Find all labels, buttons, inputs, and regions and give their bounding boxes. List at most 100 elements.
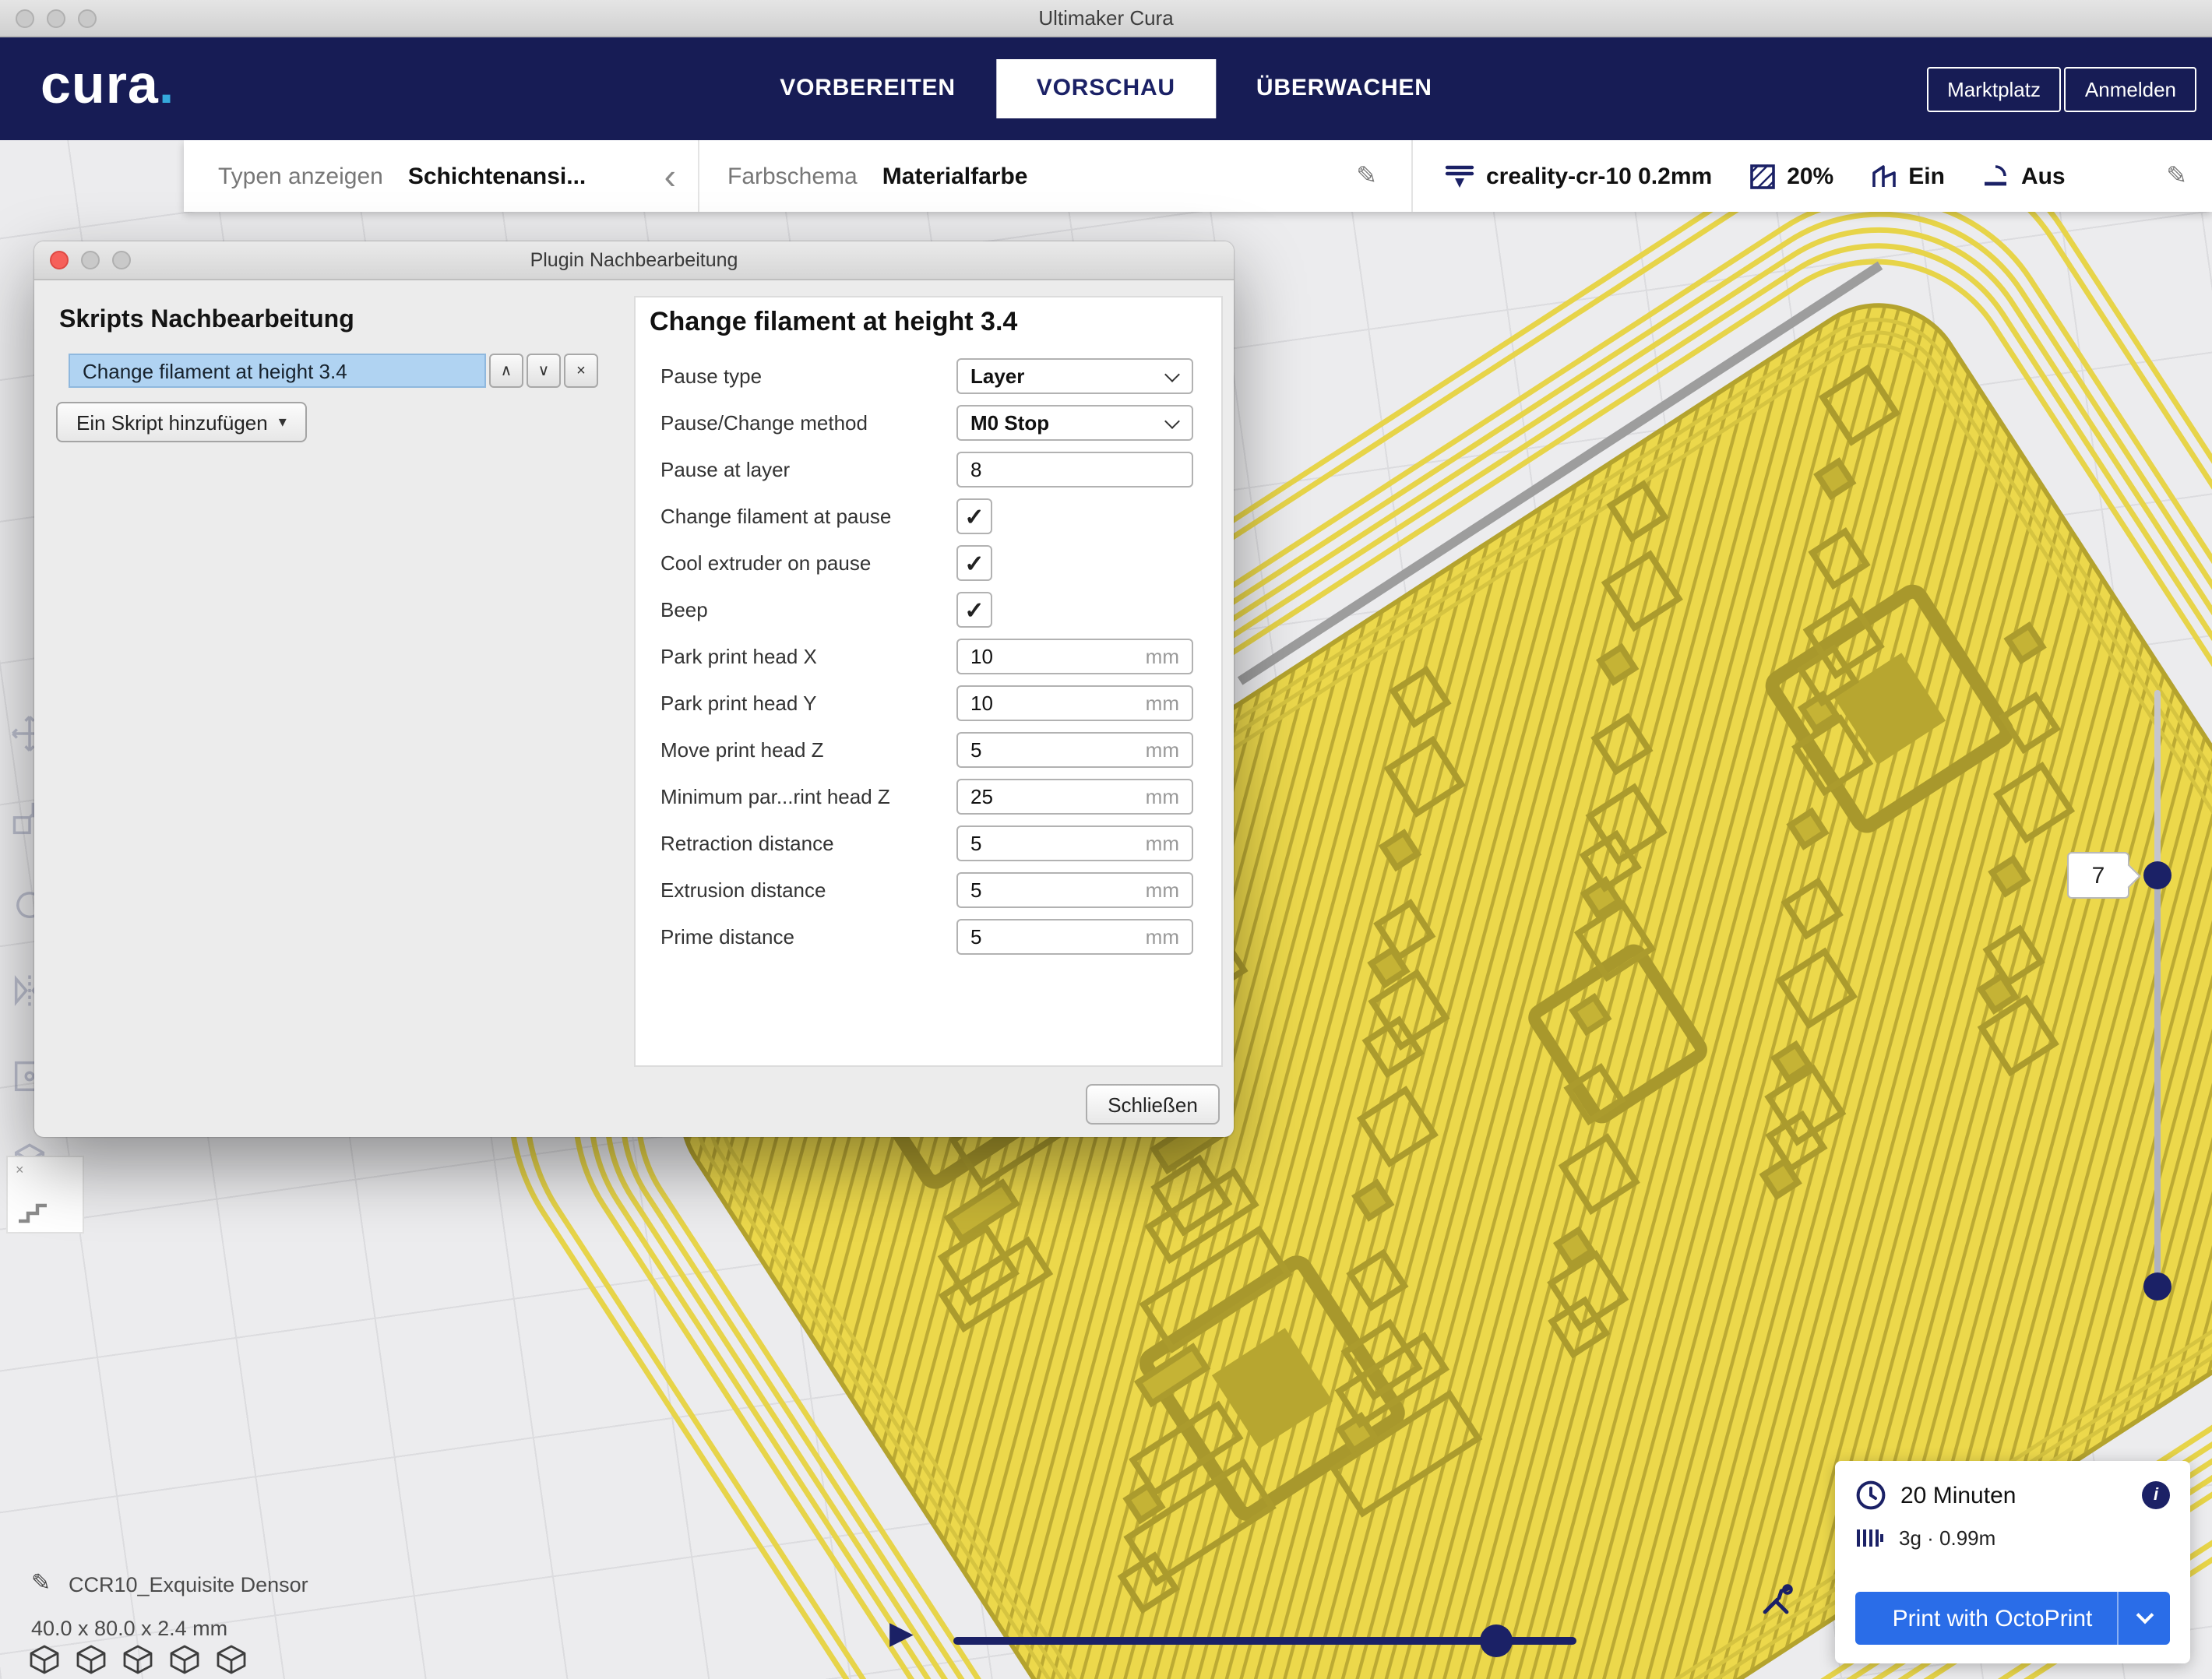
script-settings-form: Pause typeLayerPause/Change methodM0 Sto… [636, 354, 1221, 961]
printer-profile[interactable]: creality-cr-10 0.2mm [1444, 163, 1712, 189]
print-settings-section[interactable]: creality-cr-10 0.2mm 20% Ein Aus ✎ [1411, 140, 2212, 212]
window-controls [16, 9, 97, 27]
edit-icon[interactable]: ✎ [2166, 160, 2187, 192]
dialog-zoom-button[interactable] [112, 251, 131, 269]
pause-type-select[interactable]: Layer [956, 358, 1193, 394]
tab-vorschau[interactable]: VORSCHAU [996, 59, 1216, 118]
dialog-close-action-button[interactable]: Schließen [1086, 1084, 1220, 1125]
setting-row-move-print-head-z: Move print head Z 5mm [636, 727, 1221, 774]
unit-label: mm [1146, 645, 1179, 668]
close-window-button[interactable] [16, 9, 34, 27]
setting-row-change-filament-at-pause: Change filament at pause✓ [636, 494, 1221, 540]
selected-script-item[interactable]: Change filament at height 3.4 [69, 354, 486, 388]
view-type-value[interactable]: Schichtenansi... [408, 163, 586, 189]
change-filament-at-pause-checkbox[interactable]: ✓ [956, 498, 992, 534]
tab-überwachen[interactable]: ÜBERWACHEN [1216, 59, 1473, 118]
setting-row-pause-at-layer: Pause at layer8 [636, 447, 1221, 494]
cura-logo: cura. [41, 55, 174, 117]
chevron-down-icon [1164, 414, 1180, 429]
minimum-par-rint-head-z-input[interactable]: 25mm [956, 779, 1193, 815]
object-list-item-icon[interactable] [168, 1645, 201, 1674]
window-title: Ultimaker Cura [1038, 6, 1173, 30]
window-titlebar[interactable]: Ultimaker Cura [0, 0, 2212, 37]
prime-distance-input[interactable]: 5mm [956, 919, 1193, 955]
info-icon[interactable]: i [2142, 1481, 2170, 1509]
object-list-item-icon[interactable] [215, 1645, 248, 1674]
collapse-icon[interactable]: ‹ [664, 160, 676, 192]
setting-row-cool-extruder-on-pause: Cool extruder on pause✓ [636, 540, 1221, 587]
view-type-label: Typen anzeigen [218, 163, 383, 189]
pause-change-method-select[interactable]: M0 Stop [956, 405, 1193, 441]
left-panel-box[interactable]: × [6, 1156, 84, 1234]
cura-app-window: × 7 ▶ ✎ CCR10_Exquisite Densor 40.0 x 80… [0, 0, 2212, 1679]
remove-script-button[interactable]: × [564, 354, 598, 388]
color-scheme-value[interactable]: Materialfarbe [882, 163, 1028, 189]
dialog-minimize-button[interactable] [81, 251, 100, 269]
stage-tabs: VORBEREITENVORSCHAUÜBERWACHEN [739, 59, 1472, 118]
chevron-down-icon [1164, 367, 1180, 382]
model-dimensions: 40.0 x 80.0 x 2.4 mm [31, 1617, 227, 1640]
color-scheme-section[interactable]: Farbschema Materialfarbe ✎ [698, 140, 1411, 212]
print-time: 20 Minuten [1900, 1482, 2016, 1508]
dialog-titlebar[interactable]: Plugin Nachbearbeitung [34, 241, 1234, 280]
adhesion-setting[interactable]: Aus [1982, 163, 2066, 189]
layer-slider-top-handle[interactable] [2143, 861, 2171, 889]
view-type-section[interactable]: Typen anzeigen Schichtenansi... ‹ [184, 140, 698, 212]
dialog-window-controls [50, 251, 131, 269]
print-with-octoprint-button[interactable]: Print with OctoPrint [1855, 1592, 2170, 1645]
script-settings-panel: Change filament at height 3.4 Pause type… [634, 296, 1223, 1067]
unit-label: mm [1146, 878, 1179, 902]
add-script-button[interactable]: Ein Skript hinzufügen ▾ [56, 402, 307, 442]
beep-checkbox[interactable]: ✓ [956, 592, 992, 628]
layer-slider-bottom-handle[interactable] [2143, 1272, 2171, 1301]
support-setting[interactable]: Ein [1871, 163, 1945, 189]
move-script-up-button[interactable]: ∧ [489, 354, 523, 388]
zoom-window-button[interactable] [78, 9, 97, 27]
chevron-down-icon [2136, 1607, 2154, 1624]
main-header: cura. VORBEREITENVORSCHAUÜBERWACHEN Mark… [0, 37, 2212, 140]
move-script-down-button[interactable]: ∨ [527, 354, 561, 388]
scripts-heading: Skripts Nachbearbeitung [59, 307, 354, 335]
marketplace-button[interactable]: Marktplatz [1927, 67, 2061, 112]
print-options-dropdown[interactable] [2117, 1592, 2170, 1645]
unit-label: mm [1146, 785, 1179, 808]
setting-label: Pause/Change method [660, 411, 868, 435]
infill-icon [1749, 163, 1776, 189]
unit-label: mm [1146, 832, 1179, 855]
setting-row-retraction-distance: Retraction distance5mm [636, 821, 1221, 868]
tab-vorbereiten[interactable]: VORBEREITEN [739, 59, 996, 118]
tools-icon[interactable] [1759, 1582, 1796, 1628]
pause-at-layer-input[interactable]: 8 [956, 452, 1193, 488]
dropdown-caret-icon: ▾ [279, 414, 287, 431]
object-list-item-icon[interactable] [122, 1645, 154, 1674]
retraction-distance-input[interactable]: 5mm [956, 825, 1193, 861]
setting-row-minimum-par-rint-head-z: Minimum par...rint head Z25mm [636, 774, 1221, 821]
play-button[interactable]: ▶ [889, 1614, 914, 1653]
extrusion-distance-input[interactable]: 5mm [956, 872, 1193, 908]
setting-label: Move print head Z [660, 738, 824, 762]
setting-row-prime-distance: Prime distance5mm [636, 914, 1221, 961]
setting-label: Extrusion distance [660, 878, 826, 902]
move-print-head-z-input[interactable]: 5mm [956, 732, 1193, 768]
object-list-item-icon[interactable] [75, 1645, 107, 1674]
dialog-close-button[interactable] [50, 251, 69, 269]
park-print-head-x-input[interactable]: 10mm [956, 639, 1193, 674]
cool-extruder-on-pause-checkbox[interactable]: ✓ [956, 545, 992, 581]
sign-in-button[interactable]: Anmelden [2065, 67, 2196, 112]
print-button-label: Print with OctoPrint [1893, 1605, 2093, 1631]
stairs-icon [16, 1198, 50, 1224]
model-name: CCR10_Exquisite Densor [69, 1573, 308, 1596]
timeline-handle[interactable] [1480, 1624, 1513, 1657]
layer-number: 7 [2092, 862, 2105, 889]
unit-label: mm [1146, 692, 1179, 715]
edit-model-name-icon[interactable]: ✎ [31, 1568, 51, 1596]
infill-setting[interactable]: 20% [1749, 163, 1833, 189]
layer-slider-range[interactable] [2154, 875, 2161, 1287]
setting-row-park-print-head-x: Park print head X10mm [636, 634, 1221, 681]
park-print-head-y-input[interactable]: 10mm [956, 685, 1193, 721]
close-icon: × [16, 1162, 24, 1177]
edit-icon[interactable]: ✎ [1356, 160, 1377, 192]
object-list-item-icon[interactable] [28, 1645, 61, 1674]
minimize-window-button[interactable] [47, 9, 65, 27]
material-icon [1855, 1526, 1883, 1550]
